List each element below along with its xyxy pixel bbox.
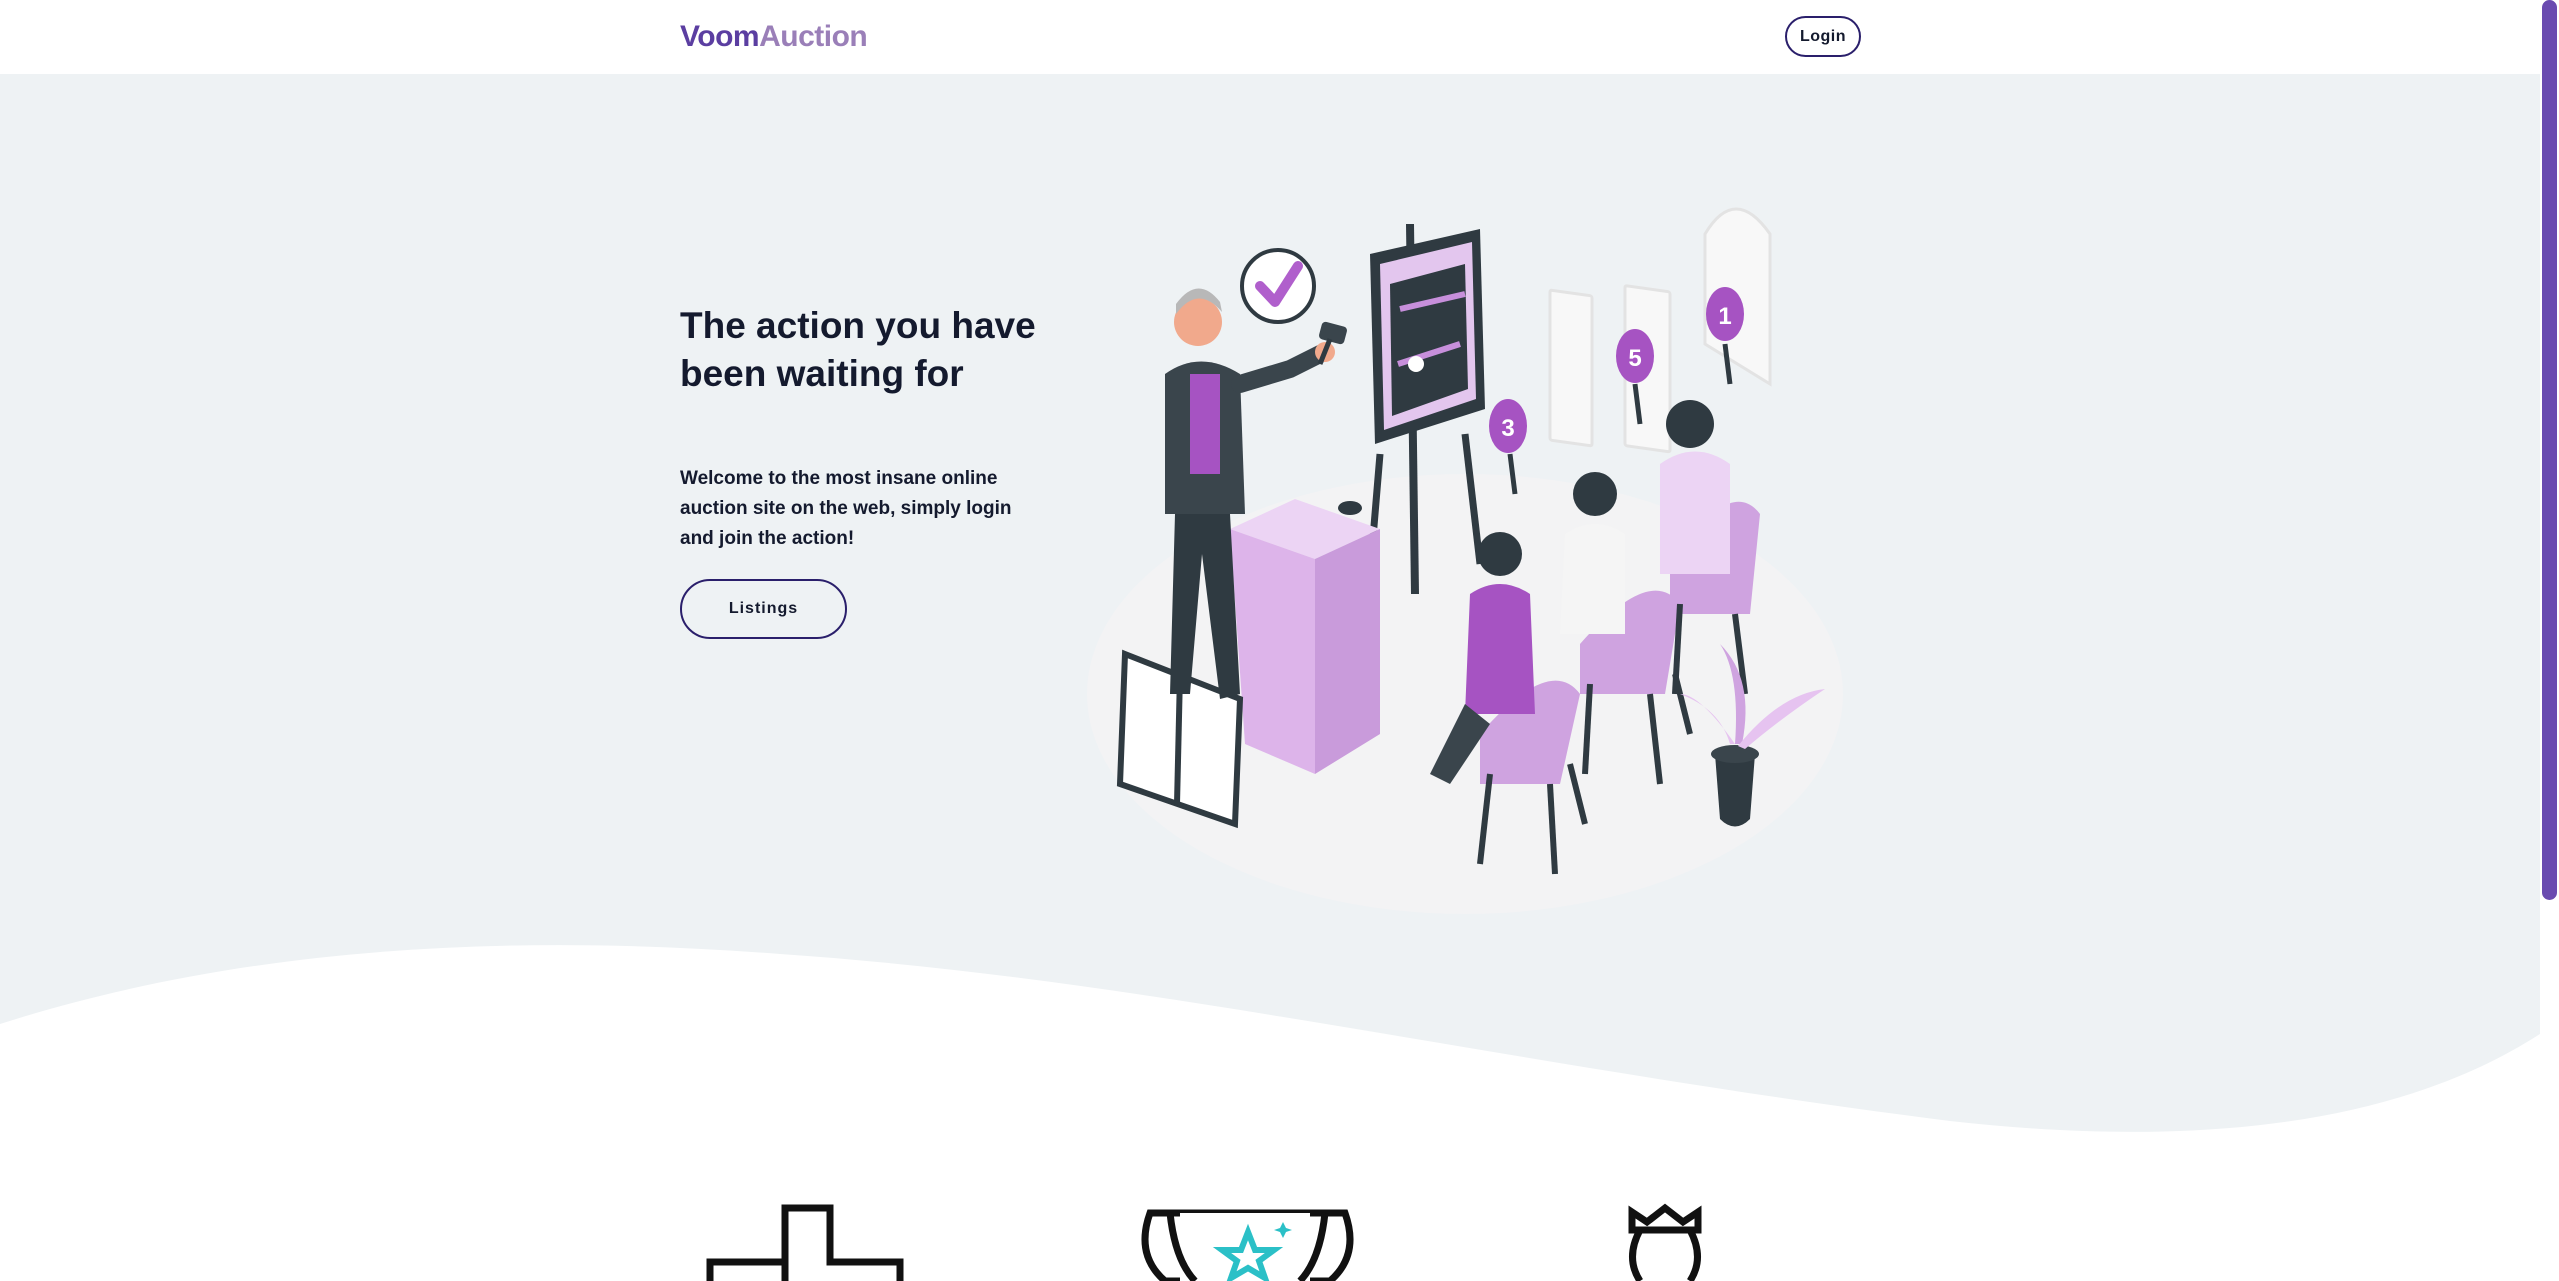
features-section <box>0 1180 2540 1281</box>
hero-section: The action you have been waiting for Wel… <box>0 74 2540 1281</box>
login-button[interactable]: Login <box>1785 16 1861 57</box>
plus-icon <box>706 1204 904 1281</box>
feature-icons-row <box>706 1203 1702 1281</box>
hero-subtext: Welcome to the most insane online auctio… <box>680 468 1012 549</box>
check-bubble <box>1240 248 1316 324</box>
scrollbar-thumb[interactable] <box>2542 0 2557 900</box>
brand-name-part1: Voom <box>680 20 760 53</box>
paddle-number-1: 1 <box>1718 303 1731 330</box>
brand-name-part2: Auction <box>759 20 868 53</box>
paddle-number-5: 5 <box>1628 345 1641 372</box>
paddle-number-3: 3 <box>1501 415 1514 442</box>
auction-illustration: 1 5 3 <box>1087 207 1843 914</box>
podium <box>1230 499 1380 774</box>
brand-logo[interactable]: VoomAuction <box>680 20 868 54</box>
top-navbar: VoomAuction Login <box>0 0 2540 74</box>
listings-button[interactable]: Listings <box>680 579 847 639</box>
hero-headline: The action you have been waiting for <box>680 305 1036 394</box>
chess-piece-icon <box>1628 1203 1702 1281</box>
trophy-icon <box>1141 1209 1354 1281</box>
